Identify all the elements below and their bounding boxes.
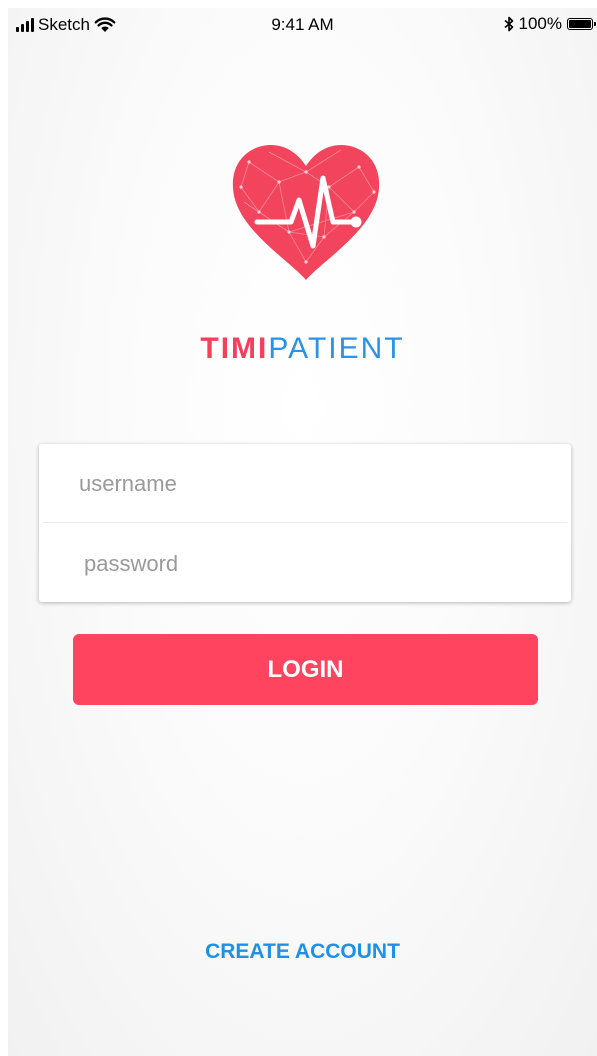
status-bar: Sketch 9:41 AM 100%: [8, 8, 597, 42]
battery-icon: [567, 18, 596, 30]
login-button[interactable]: LOGIN: [73, 634, 538, 705]
password-input[interactable]: [82, 524, 575, 604]
username-field-container: [39, 444, 575, 524]
login-form: [39, 444, 575, 604]
wordmark-part-patient: PATIENT: [268, 332, 405, 365]
app-wordmark: TIMIPATIENT: [8, 332, 597, 366]
field-divider: [43, 522, 567, 523]
wordmark-part-timi: TIMI: [200, 332, 269, 365]
heart-pulse-icon: [232, 145, 380, 280]
status-right: 100%: [503, 14, 596, 34]
username-input[interactable]: [77, 444, 575, 524]
create-account-link[interactable]: CREATE ACCOUNT: [8, 940, 597, 964]
app-screen: Sketch 9:41 AM 100% TIMIPATIENT username…: [8, 8, 597, 1056]
password-field-container: [39, 524, 575, 604]
battery-percent: 100%: [518, 14, 562, 33]
bluetooth-icon: [503, 16, 513, 32]
